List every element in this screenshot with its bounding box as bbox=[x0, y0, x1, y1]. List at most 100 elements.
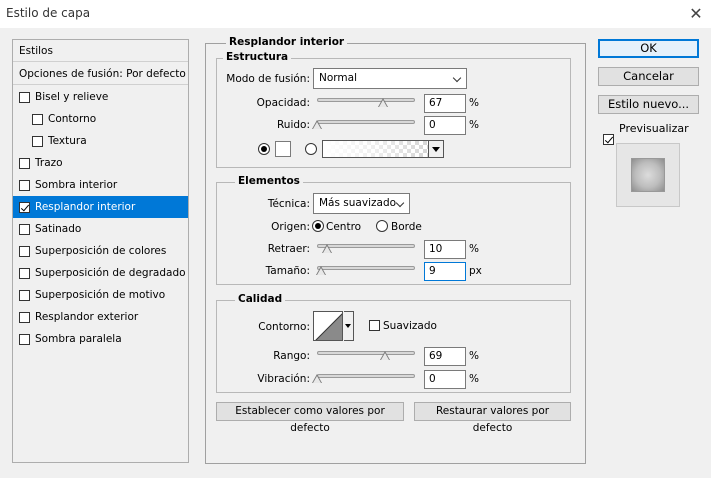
opacity-unit: % bbox=[469, 97, 479, 109]
range-slider[interactable] bbox=[317, 351, 415, 355]
style-item-checkbox[interactable] bbox=[19, 311, 30, 323]
source-label: Origen: bbox=[271, 221, 310, 233]
solid-color-radio[interactable] bbox=[258, 143, 270, 155]
range-unit: % bbox=[469, 350, 479, 362]
size-slider[interactable] bbox=[317, 266, 415, 270]
style-item[interactable]: Sombra interior bbox=[13, 174, 188, 196]
style-item-checkbox[interactable] bbox=[19, 333, 30, 345]
noise-field[interactable]: 0 bbox=[424, 116, 466, 135]
style-item-label: Resplandor exterior bbox=[35, 311, 139, 323]
reset-default-button[interactable]: Restaurar valores por defecto bbox=[414, 402, 571, 434]
style-item-label: Textura bbox=[48, 135, 87, 147]
style-item-label: Satinado bbox=[35, 223, 82, 235]
noise-label: Ruido: bbox=[276, 119, 310, 131]
choke-slider-thumb[interactable] bbox=[321, 244, 332, 253]
style-item-checkbox[interactable] bbox=[19, 201, 30, 213]
cancel-button[interactable]: Cancelar bbox=[598, 67, 699, 86]
opacity-slider[interactable] bbox=[317, 98, 415, 102]
structure-title: Estructura bbox=[223, 51, 292, 63]
style-item-label: Sombra interior bbox=[35, 179, 118, 191]
style-item-checkbox[interactable] bbox=[32, 135, 43, 147]
jitter-field[interactable]: 0 bbox=[424, 370, 466, 389]
style-item[interactable]: Superposición de degradado bbox=[13, 262, 188, 284]
range-slider-thumb[interactable] bbox=[379, 351, 390, 360]
preview-label[interactable]: Previsualizar bbox=[619, 122, 689, 135]
style-item-checkbox[interactable] bbox=[19, 245, 30, 257]
style-item-label: Superposición de colores bbox=[35, 245, 167, 257]
contour-curve-icon bbox=[315, 313, 342, 340]
antialias-label[interactable]: Suavizado bbox=[383, 320, 437, 332]
noise-unit: % bbox=[469, 119, 479, 131]
range-field[interactable]: 69 bbox=[424, 347, 466, 366]
style-item-label: Contorno bbox=[48, 113, 97, 125]
choke-field[interactable]: 10 bbox=[424, 240, 466, 259]
opacity-field[interactable]: 67 bbox=[424, 94, 466, 113]
gradient-radio[interactable] bbox=[305, 143, 317, 155]
styles-header[interactable]: Estilos bbox=[13, 40, 188, 62]
style-item[interactable]: Bisel y relieve bbox=[13, 86, 188, 108]
title-bar: Estilo de capa ✕ bbox=[0, 0, 711, 28]
style-item[interactable]: Contorno bbox=[13, 108, 188, 130]
noise-slider-thumb[interactable] bbox=[312, 120, 322, 129]
blending-options-item[interactable]: Opciones de fusión: Por defecto bbox=[13, 63, 188, 85]
style-item[interactable]: Satinado bbox=[13, 218, 188, 240]
chevron-down-icon bbox=[432, 147, 440, 152]
quality-title: Calidad bbox=[235, 293, 286, 305]
style-item[interactable]: Trazo bbox=[13, 152, 188, 174]
style-item-label: Trazo bbox=[35, 157, 63, 169]
contour-label: Contorno: bbox=[258, 321, 310, 333]
style-item-label: Resplandor interior bbox=[35, 201, 136, 213]
ok-button[interactable]: OK bbox=[598, 39, 699, 58]
source-edge-radio[interactable] bbox=[376, 220, 388, 232]
technique-value: Más suavizado bbox=[319, 197, 397, 209]
style-item-checkbox[interactable] bbox=[32, 113, 43, 125]
style-item[interactable]: Superposición de colores bbox=[13, 240, 188, 262]
blend-mode-label: Modo de fusión: bbox=[226, 73, 310, 85]
source-center-label[interactable]: Centro bbox=[326, 221, 361, 233]
blend-mode-value: Normal bbox=[319, 72, 357, 84]
style-item-label: Bisel y relieve bbox=[35, 91, 109, 103]
opacity-label: Opacidad: bbox=[256, 97, 310, 109]
style-preview-thumbnail bbox=[631, 158, 665, 192]
style-item-checkbox[interactable] bbox=[19, 157, 30, 169]
style-item-checkbox[interactable] bbox=[19, 179, 30, 191]
style-preview bbox=[616, 143, 680, 207]
size-label: Tamaño: bbox=[265, 265, 310, 277]
style-item-checkbox[interactable] bbox=[19, 267, 30, 279]
style-item[interactable]: Superposición de motivo bbox=[13, 284, 188, 306]
size-field[interactable]: 9 bbox=[424, 262, 466, 281]
noise-slider[interactable] bbox=[317, 120, 415, 124]
elements-title: Elementos bbox=[235, 175, 303, 187]
opacity-slider-thumb[interactable] bbox=[377, 98, 388, 107]
style-item[interactable]: Resplandor interior bbox=[13, 196, 188, 218]
style-item[interactable]: Sombra paralela bbox=[13, 328, 188, 350]
style-item[interactable]: Resplandor exterior bbox=[13, 306, 188, 328]
close-icon[interactable]: ✕ bbox=[686, 4, 706, 24]
style-item-label: Superposición de degradado bbox=[35, 267, 186, 279]
source-edge-label[interactable]: Borde bbox=[391, 221, 422, 233]
source-center-radio[interactable] bbox=[312, 220, 324, 232]
new-style-button[interactable]: Estilo nuevo... bbox=[598, 95, 699, 114]
contour-preview[interactable] bbox=[313, 311, 343, 341]
antialias-checkbox[interactable] bbox=[369, 320, 380, 331]
size-unit: px bbox=[469, 265, 482, 277]
gradient-preview[interactable] bbox=[322, 140, 442, 158]
style-item-checkbox[interactable] bbox=[19, 223, 30, 235]
style-item-checkbox[interactable] bbox=[19, 289, 30, 301]
make-default-button[interactable]: Establecer como valores por defecto bbox=[216, 402, 404, 434]
glow-color-swatch[interactable] bbox=[275, 141, 291, 157]
gradient-dropdown[interactable] bbox=[428, 140, 444, 158]
technique-select[interactable]: Más suavizado bbox=[313, 193, 410, 214]
style-item-checkbox[interactable] bbox=[19, 91, 30, 103]
preview-checkbox[interactable] bbox=[603, 134, 614, 145]
chevron-down-icon bbox=[345, 324, 351, 328]
jitter-slider[interactable] bbox=[317, 374, 415, 378]
jitter-label: Vibración: bbox=[257, 373, 310, 385]
style-item-label: Superposición de motivo bbox=[35, 289, 166, 301]
style-item[interactable]: Textura bbox=[13, 130, 188, 152]
jitter-slider-thumb[interactable] bbox=[312, 374, 322, 383]
contour-dropdown[interactable] bbox=[344, 311, 354, 341]
size-slider-thumb[interactable] bbox=[315, 266, 326, 275]
blend-mode-select[interactable]: Normal bbox=[313, 68, 467, 89]
choke-label: Retraer: bbox=[267, 243, 310, 255]
